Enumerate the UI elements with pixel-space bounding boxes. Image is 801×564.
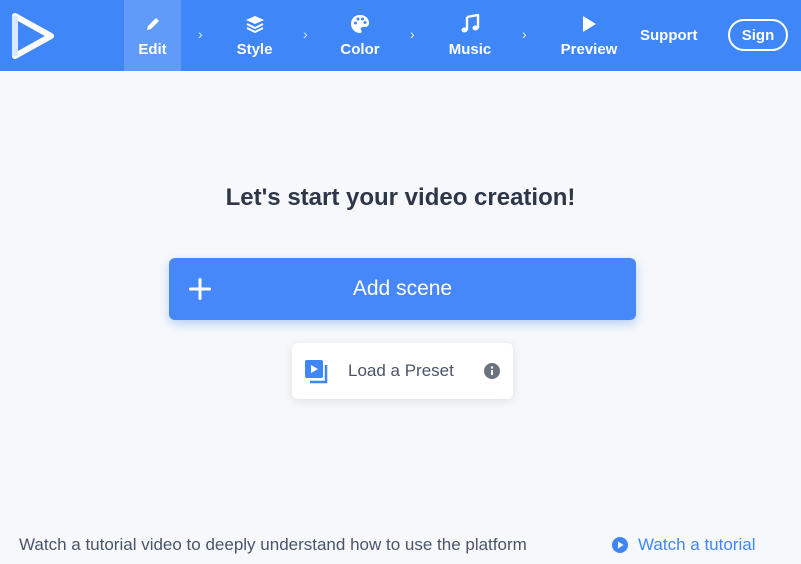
top-navigation-bar: Edit › Style › Color › Music › Preview S… [0, 0, 801, 71]
chevron-right-icon: › [410, 26, 415, 42]
logo-play-icon [12, 12, 54, 59]
music-note-icon [460, 13, 480, 35]
app-logo[interactable] [0, 0, 66, 71]
tutorial-description: Watch a tutorial video to deeply underst… [19, 535, 527, 554]
video-library-icon [305, 360, 328, 384]
step-style[interactable]: Style [226, 0, 283, 71]
add-scene-label: Add scene [352, 277, 453, 300]
info-icon[interactable] [484, 363, 500, 379]
step-label: Style [236, 41, 273, 58]
load-preset-label: Load a Preset [348, 361, 454, 380]
step-music[interactable]: Music [440, 0, 500, 71]
support-link[interactable]: Support [640, 0, 698, 71]
step-color[interactable]: Color [330, 0, 390, 71]
page-headline: Let's start your video creation! [225, 184, 576, 211]
chevron-right-icon: › [303, 26, 308, 42]
layers-icon [245, 13, 265, 35]
step-label: Preview [560, 41, 618, 58]
step-label: Color [340, 41, 380, 58]
watch-tutorial-label: Watch a tutorial [638, 535, 756, 554]
chevron-right-icon: › [522, 26, 527, 42]
palette-icon [350, 13, 370, 35]
step-label: Music [448, 41, 492, 58]
sign-in-button[interactable]: Sign [728, 19, 788, 51]
play-circle-icon [612, 537, 628, 553]
chevron-right-icon: › [198, 26, 203, 42]
add-scene-button[interactable]: Add scene [169, 258, 636, 320]
load-preset-button[interactable]: Load a Preset [292, 343, 513, 399]
step-edit[interactable]: Edit [124, 0, 181, 71]
pencil-icon [144, 13, 162, 35]
step-label: Edit [138, 41, 167, 58]
watch-tutorial-link[interactable]: Watch a tutorial [612, 535, 755, 555]
play-icon [581, 13, 597, 35]
plus-icon [189, 278, 211, 300]
step-preview[interactable]: Preview [556, 0, 622, 71]
